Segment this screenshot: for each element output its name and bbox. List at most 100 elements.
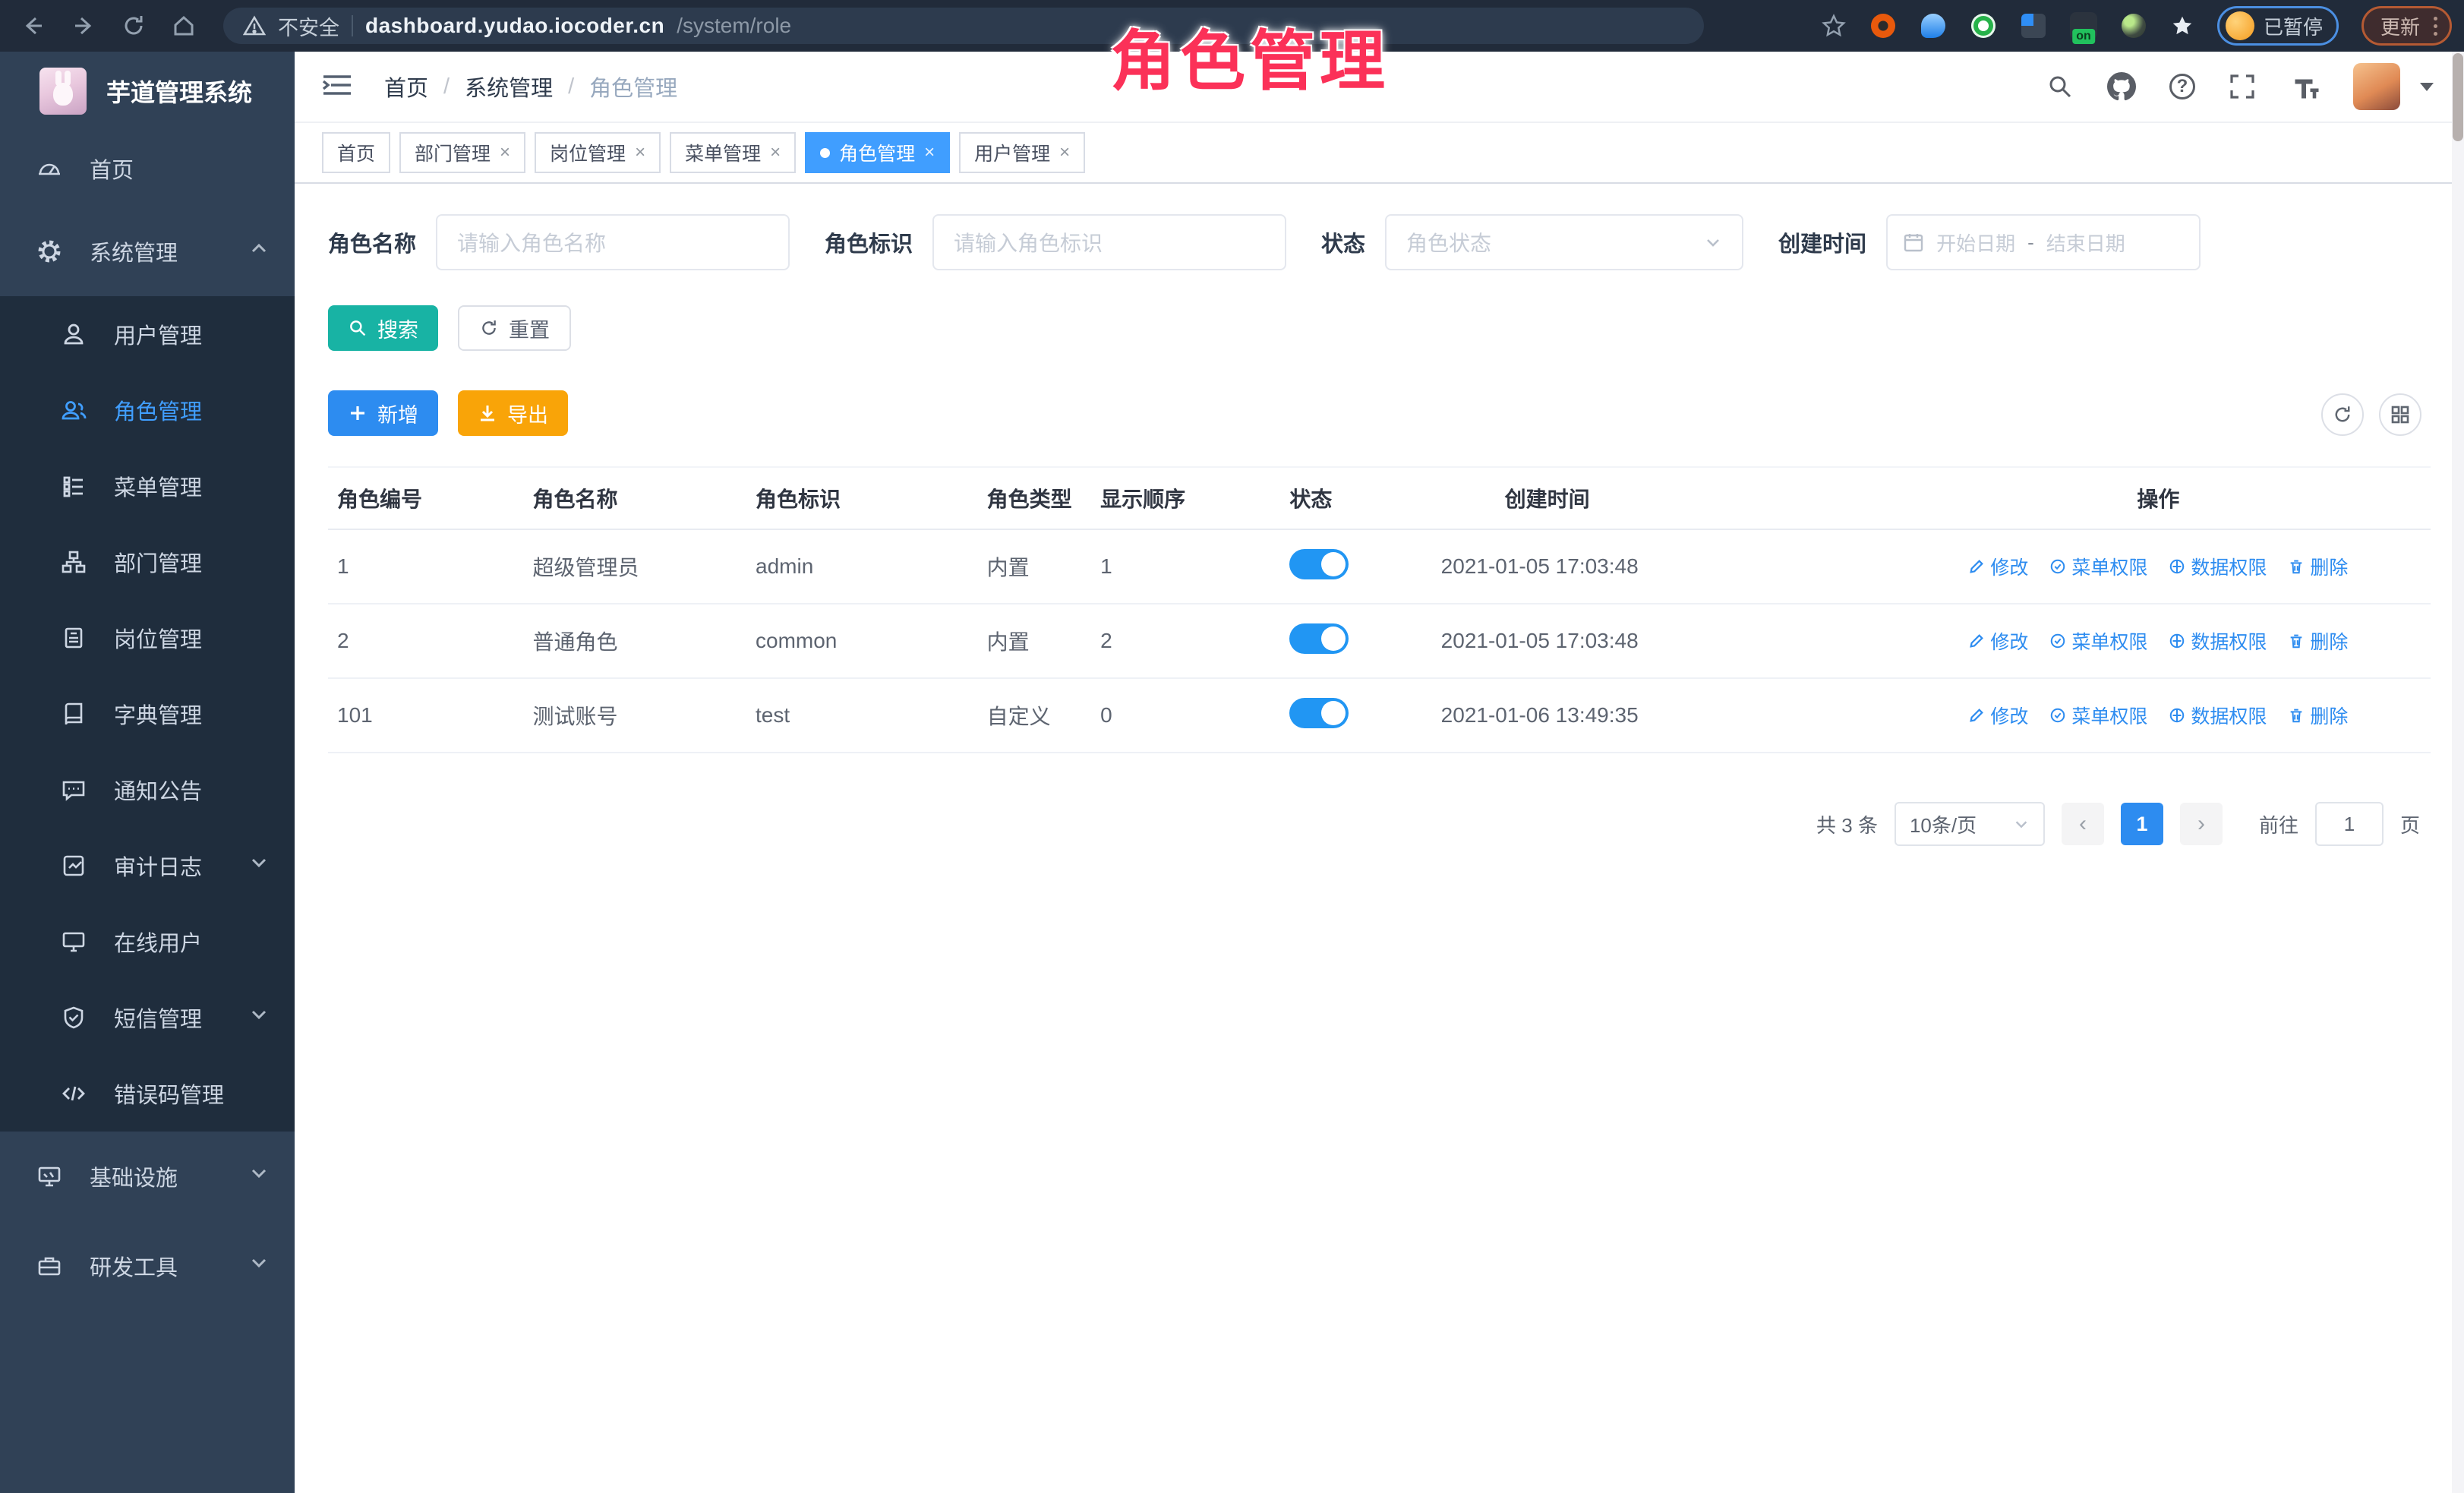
edit-link[interactable]: 修改 — [1968, 702, 2028, 729]
status-toggle[interactable] — [1289, 623, 1349, 654]
sidebar-item-infrastructure[interactable]: 基础设施 — [0, 1132, 295, 1221]
sidebar-item-audit-log[interactable]: 审计日志 — [0, 828, 295, 904]
pencil-icon — [1968, 633, 1985, 649]
edit-link[interactable]: 修改 — [1968, 553, 2028, 580]
date-range-picker[interactable]: 开始日期 - 结束日期 — [1886, 214, 2201, 270]
close-icon[interactable]: × — [635, 142, 645, 163]
sidebar-item-menus[interactable]: 菜单管理 — [0, 448, 295, 524]
browser-forward-button[interactable] — [67, 9, 100, 43]
bookmark-star-icon[interactable] — [1821, 13, 1847, 39]
sidebar-item-dictionary[interactable]: 字典管理 — [0, 676, 295, 752]
prev-page-button[interactable]: ‹ — [2062, 803, 2104, 845]
role-key-input[interactable]: 请输入角色标识 — [932, 214, 1286, 270]
tab-posts[interactable]: 岗位管理× — [535, 132, 661, 173]
next-page-button[interactable]: › — [2180, 803, 2223, 845]
sidebar-item-notice[interactable]: 通知公告 — [0, 752, 295, 828]
col-status: 状态 — [1280, 467, 1431, 529]
sidebar-item-departments[interactable]: 部门管理 — [0, 524, 295, 600]
extension-icon-drop[interactable] — [1920, 12, 1947, 39]
table-refresh-button[interactable] — [2321, 393, 2364, 436]
sidebar-logo[interactable]: 芋道管理系统 — [0, 52, 295, 131]
search-button[interactable]: 搜索 — [328, 305, 438, 351]
tab-departments[interactable]: 部门管理× — [399, 132, 525, 173]
page-scrollbar[interactable] — [2452, 52, 2464, 1493]
extension-icon-green-shield[interactable] — [1970, 12, 1997, 39]
circle-data-icon — [2169, 633, 2185, 649]
extension-icon-monkey[interactable] — [2120, 12, 2147, 39]
delete-link[interactable]: 删除 — [2288, 627, 2348, 655]
font-size-icon[interactable] — [2289, 74, 2320, 99]
avatar-caret-icon[interactable] — [2420, 83, 2434, 91]
browser-home-button[interactable] — [167, 9, 200, 43]
reset-button[interactable]: 重置 — [458, 305, 571, 351]
tab-users[interactable]: 用户管理× — [959, 132, 1085, 173]
menu-permission-link[interactable]: 菜单权限 — [2049, 627, 2147, 655]
tab-home[interactable]: 首页 — [322, 132, 390, 173]
menu-permission-link[interactable]: 菜单权限 — [2049, 702, 2147, 729]
sidebar-item-label: 用户管理 — [114, 318, 202, 350]
page-content: 角色名称 请输入角色名称 角色标识 请输入角色标识 状态 角色状态 创建时间 — [295, 184, 2464, 1493]
tab-menus[interactable]: 菜单管理× — [670, 132, 796, 173]
extension-icon-star-white[interactable] — [2170, 14, 2194, 38]
sidebar-item-dev-tools[interactable]: 研发工具 — [0, 1221, 295, 1311]
add-button[interactable]: 新增 — [328, 390, 438, 436]
search-icon — [348, 318, 368, 338]
sidebar-item-label: 系统管理 — [90, 235, 178, 267]
sidebar-item-sms[interactable]: 短信管理 — [0, 980, 295, 1056]
sidebar-item-error-codes[interactable]: 错误码管理 — [0, 1056, 295, 1132]
browser-refresh-button[interactable] — [117, 9, 150, 43]
column-settings-button[interactable] — [2379, 393, 2421, 436]
browser-profile-button[interactable]: 已暂停 — [2217, 6, 2339, 46]
extension-icon-orange[interactable] — [1869, 12, 1897, 39]
fullscreen-icon[interactable] — [2229, 73, 2256, 100]
refresh-icon — [479, 318, 499, 338]
extension-icon-grid[interactable] — [2020, 12, 2047, 39]
plus-icon — [348, 403, 368, 423]
tab-roles[interactable]: 角色管理× — [805, 132, 950, 173]
close-icon[interactable]: × — [500, 142, 510, 163]
sidebar-item-users[interactable]: 用户管理 — [0, 296, 295, 372]
breadcrumb-home[interactable]: 首页 — [384, 71, 428, 103]
data-permission-link[interactable]: 数据权限 — [2169, 702, 2267, 729]
scrollbar-thumb[interactable] — [2453, 53, 2463, 141]
sidebar-item-roles[interactable]: 角色管理 — [0, 372, 295, 448]
search-icon[interactable] — [2046, 73, 2074, 100]
sidebar-item-label: 角色管理 — [114, 394, 202, 426]
data-permission-link[interactable]: 数据权限 — [2169, 553, 2267, 580]
extension-icon-dark-on[interactable]: on — [2070, 12, 2097, 39]
role-name-input[interactable]: 请输入角色名称 — [436, 214, 790, 270]
edit-link[interactable]: 修改 — [1968, 627, 2028, 655]
export-button[interactable]: 导出 — [458, 390, 568, 436]
github-icon[interactable] — [2107, 72, 2136, 101]
total-count: 共 3 条 — [1816, 810, 1878, 838]
col-sort: 显示顺序 — [1091, 467, 1280, 529]
browser-update-menu-button[interactable]: 更新 — [2361, 6, 2452, 46]
delete-link[interactable]: 删除 — [2288, 702, 2348, 729]
browser-address-bar[interactable]: 不安全 dashboard.yudao.iocoder.cn/system/ro… — [223, 8, 1704, 44]
help-icon[interactable]: ? — [2169, 74, 2195, 99]
data-permission-link[interactable]: 数据权限 — [2169, 627, 2267, 655]
browser-back-button[interactable] — [17, 9, 50, 43]
sidebar-item-system[interactable]: 系统管理 — [0, 207, 295, 296]
close-icon[interactable]: × — [770, 142, 781, 163]
sidebar-toggle-button[interactable] — [322, 72, 352, 102]
sidebar-item-label: 岗位管理 — [114, 622, 202, 654]
sidebar-item-posts[interactable]: 岗位管理 — [0, 600, 295, 676]
page-1-button[interactable]: 1 — [2121, 803, 2163, 845]
breadcrumb-system[interactable]: 系统管理 — [465, 71, 553, 103]
page-size-select[interactable]: 10条/页 — [1895, 802, 2045, 846]
goto-page-input[interactable]: 1 — [2315, 802, 2384, 846]
sidebar-item-home[interactable]: 首页 — [0, 131, 295, 207]
status-toggle[interactable] — [1289, 698, 1349, 728]
delete-link[interactable]: 删除 — [2288, 553, 2348, 580]
menu-permission-link[interactable]: 菜单权限 — [2049, 553, 2147, 580]
goto-unit: 页 — [2400, 810, 2420, 838]
user-avatar[interactable] — [2353, 63, 2400, 110]
status-select[interactable]: 角色状态 — [1385, 214, 1743, 270]
pagination: 共 3 条 10条/页 ‹ 1 › 前往 1 页 — [328, 802, 2431, 846]
trash-icon — [2288, 633, 2305, 649]
sidebar-item-online-users[interactable]: 在线用户 — [0, 904, 295, 980]
close-icon[interactable]: × — [924, 142, 935, 163]
status-toggle[interactable] — [1289, 549, 1349, 579]
close-icon[interactable]: × — [1059, 142, 1070, 163]
